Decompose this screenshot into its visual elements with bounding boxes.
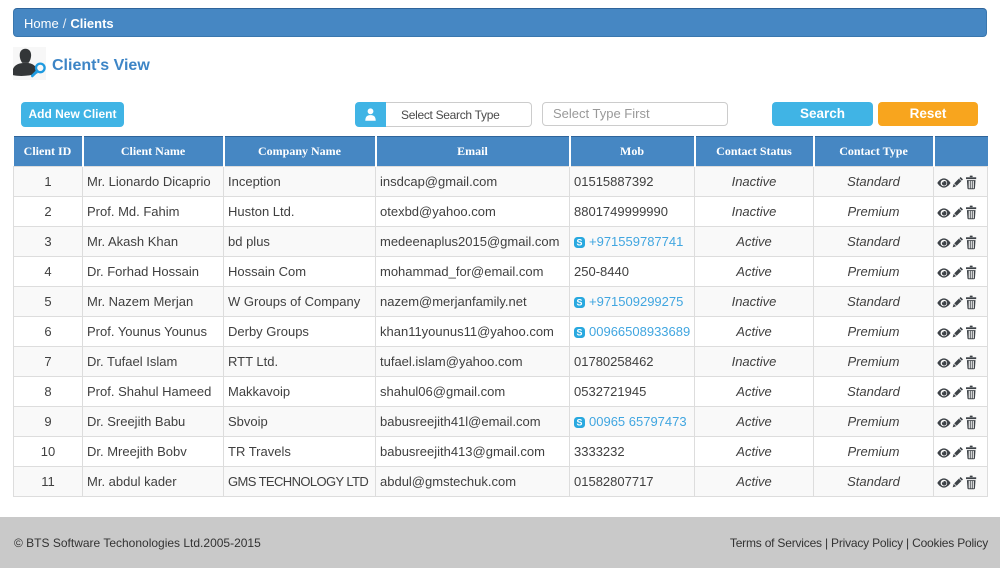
svg-text:S: S xyxy=(577,418,583,428)
svg-text:S: S xyxy=(577,328,583,338)
svg-text:S: S xyxy=(577,298,583,308)
svg-text:S: S xyxy=(577,238,583,248)
